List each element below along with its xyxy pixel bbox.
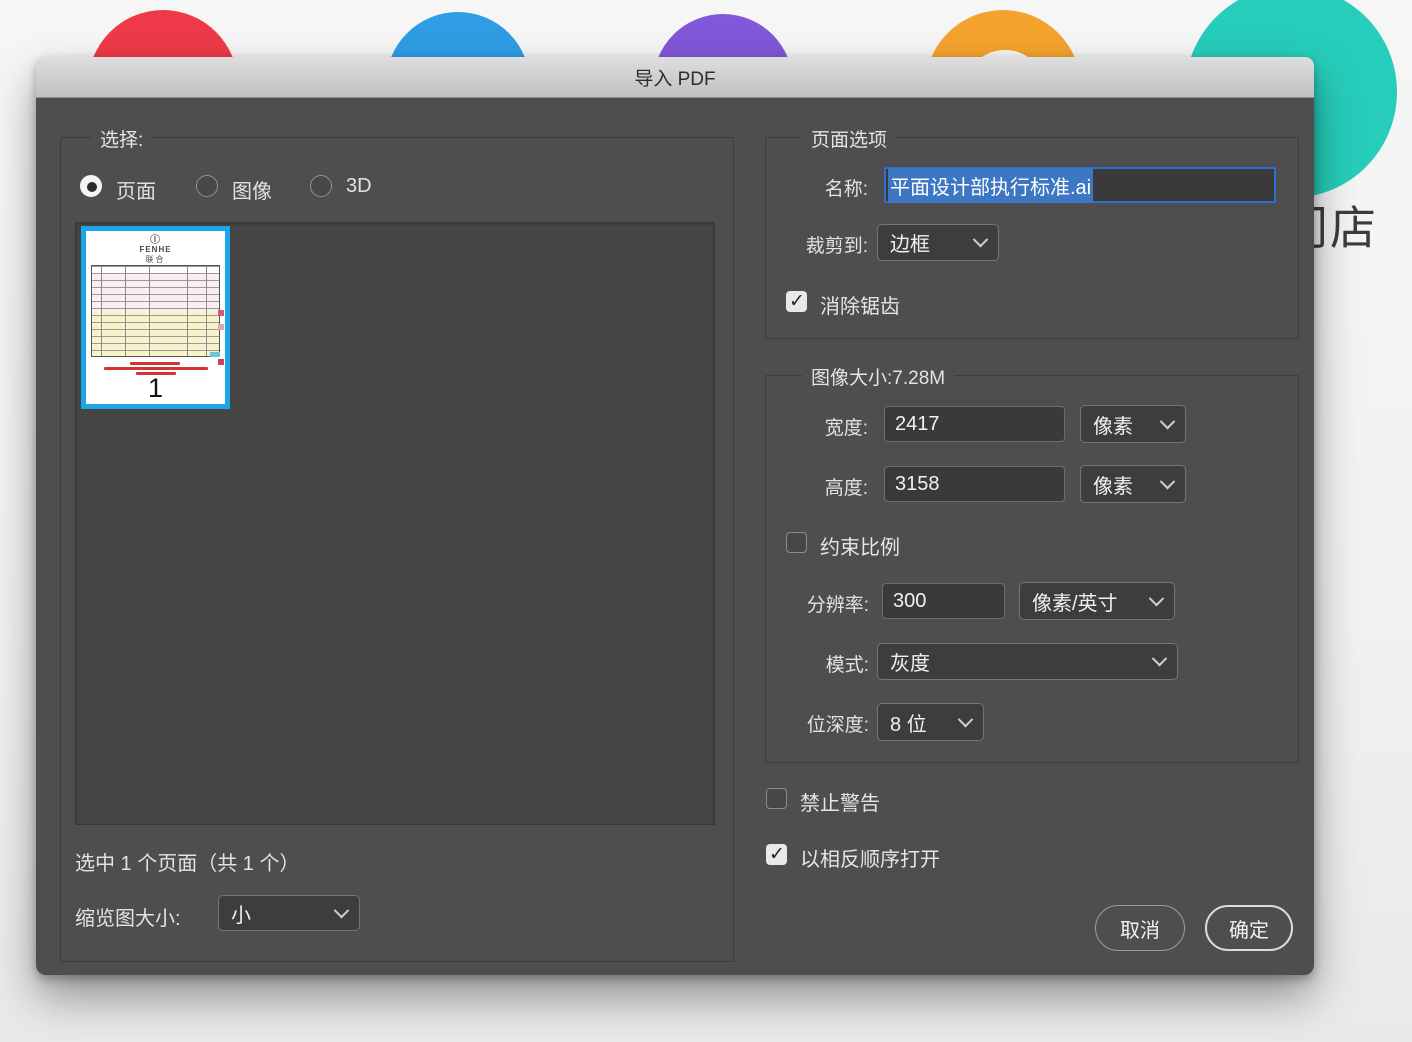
constrain-checkbox[interactable] — [786, 532, 807, 553]
thumbnail-logo-icon — [150, 234, 160, 244]
resolution-unit-select[interactable]: 像素/英寸 — [1019, 582, 1175, 620]
name-label: 名称: — [824, 179, 868, 200]
radio-images-label: 图像 — [232, 181, 272, 203]
suppress-warnings-checkbox[interactable] — [766, 788, 787, 809]
import-pdf-dialog: 导入 PDF 选择: 页面 图像 3D FENHE 联合 1 选中 1 个页面（… — [36, 57, 1314, 975]
thumbnail-red-text — [104, 367, 208, 370]
thumb-size-select[interactable]: 小 — [218, 895, 360, 931]
crop-value: 边框 — [890, 234, 930, 256]
width-unit-select[interactable]: 像素 — [1080, 405, 1186, 443]
width-unit-value: 像素 — [1093, 415, 1133, 438]
width-label: 宽度: — [824, 418, 868, 439]
mode-value: 灰度 — [890, 653, 930, 675]
chevron-down-icon — [333, 902, 350, 918]
chevron-down-icon — [1159, 473, 1176, 489]
resolution-input[interactable]: 300 — [882, 583, 1005, 619]
thumb-size-label: 缩览图大小: — [75, 908, 181, 930]
select-panel-legend: 选择: — [91, 125, 153, 152]
table-chip — [210, 352, 220, 357]
reverse-order-label: 以相反顺序打开 — [800, 849, 940, 871]
dialog-titlebar[interactable]: 导入 PDF — [36, 57, 1314, 98]
radio-3d-label: 3D — [346, 175, 372, 197]
suppress-warnings-label: 禁止警告 — [800, 793, 880, 815]
height-unit-select[interactable]: 像素 — [1080, 465, 1186, 503]
thumbnail-header-2: 联合 — [145, 255, 166, 264]
width-value: 2417 — [895, 412, 940, 435]
table-chip — [218, 310, 224, 316]
page-thumbnail-preview: FENHE 联合 1 — [86, 231, 225, 404]
chevron-down-icon — [1151, 650, 1168, 667]
height-label: 高度: — [824, 478, 868, 499]
height-value: 3158 — [895, 472, 940, 495]
bit-depth-select[interactable]: 8 位 — [877, 703, 984, 741]
chevron-down-icon — [957, 711, 974, 727]
resolution-unit-value: 像素/英寸 — [1032, 592, 1118, 615]
cancel-button[interactable]: 取消 — [1095, 905, 1185, 951]
antialias-label: 消除锯齿 — [820, 296, 900, 318]
table-chip — [218, 324, 224, 330]
selection-status: 选中 1 个页面（共 1 个） — [75, 853, 300, 875]
name-input-selected-text: 平面设计部执行标准.ai — [888, 167, 1094, 203]
page-list[interactable]: FENHE 联合 1 — [75, 222, 715, 825]
page-thumbnail-selected[interactable]: FENHE 联合 1 — [81, 226, 230, 409]
mode-select[interactable]: 灰度 — [877, 643, 1178, 680]
image-size-legend: 图像大小:7.28M — [802, 363, 955, 390]
radio-3d[interactable] — [310, 175, 332, 197]
table-chip — [218, 359, 224, 365]
antialias-checkbox[interactable] — [786, 290, 807, 313]
reverse-order-checkbox[interactable] — [766, 843, 787, 866]
page-options-legend: 页面选项 — [802, 125, 897, 152]
width-input[interactable]: 2417 — [884, 406, 1065, 442]
name-input[interactable]: 平面设计部执行标准.ai — [884, 167, 1276, 203]
thumb-size-value: 小 — [231, 904, 251, 927]
dialog-title: 导入 PDF — [634, 68, 716, 90]
crop-label: 裁剪到: — [805, 236, 868, 257]
radio-images[interactable] — [196, 175, 218, 197]
constrain-label: 约束比例 — [820, 537, 900, 559]
chevron-down-icon — [1159, 413, 1176, 429]
thumbnail-header-1: FENHE — [139, 245, 172, 254]
radio-pages-label: 页面 — [116, 181, 156, 203]
chevron-down-icon — [1148, 590, 1165, 606]
ok-button-label: 确定 — [1229, 919, 1269, 942]
mode-label: 模式: — [825, 655, 869, 676]
height-input[interactable]: 3158 — [884, 466, 1065, 502]
crop-select[interactable]: 边框 — [877, 224, 999, 261]
cancel-button-label: 取消 — [1120, 919, 1160, 942]
bit-depth-label: 位深度: — [806, 715, 869, 736]
chevron-down-icon — [972, 231, 989, 248]
ok-button[interactable]: 确定 — [1205, 905, 1293, 951]
resolution-value: 300 — [893, 589, 927, 612]
height-unit-value: 像素 — [1093, 475, 1133, 498]
thumbnail-red-text — [130, 362, 180, 365]
resolution-label: 分辨率: — [806, 595, 869, 616]
bit-depth-value: 8 位 — [890, 713, 927, 736]
radio-pages[interactable] — [80, 175, 102, 197]
thumbnail-page-number: 1 — [147, 373, 164, 403]
thumbnail-table — [91, 265, 224, 365]
